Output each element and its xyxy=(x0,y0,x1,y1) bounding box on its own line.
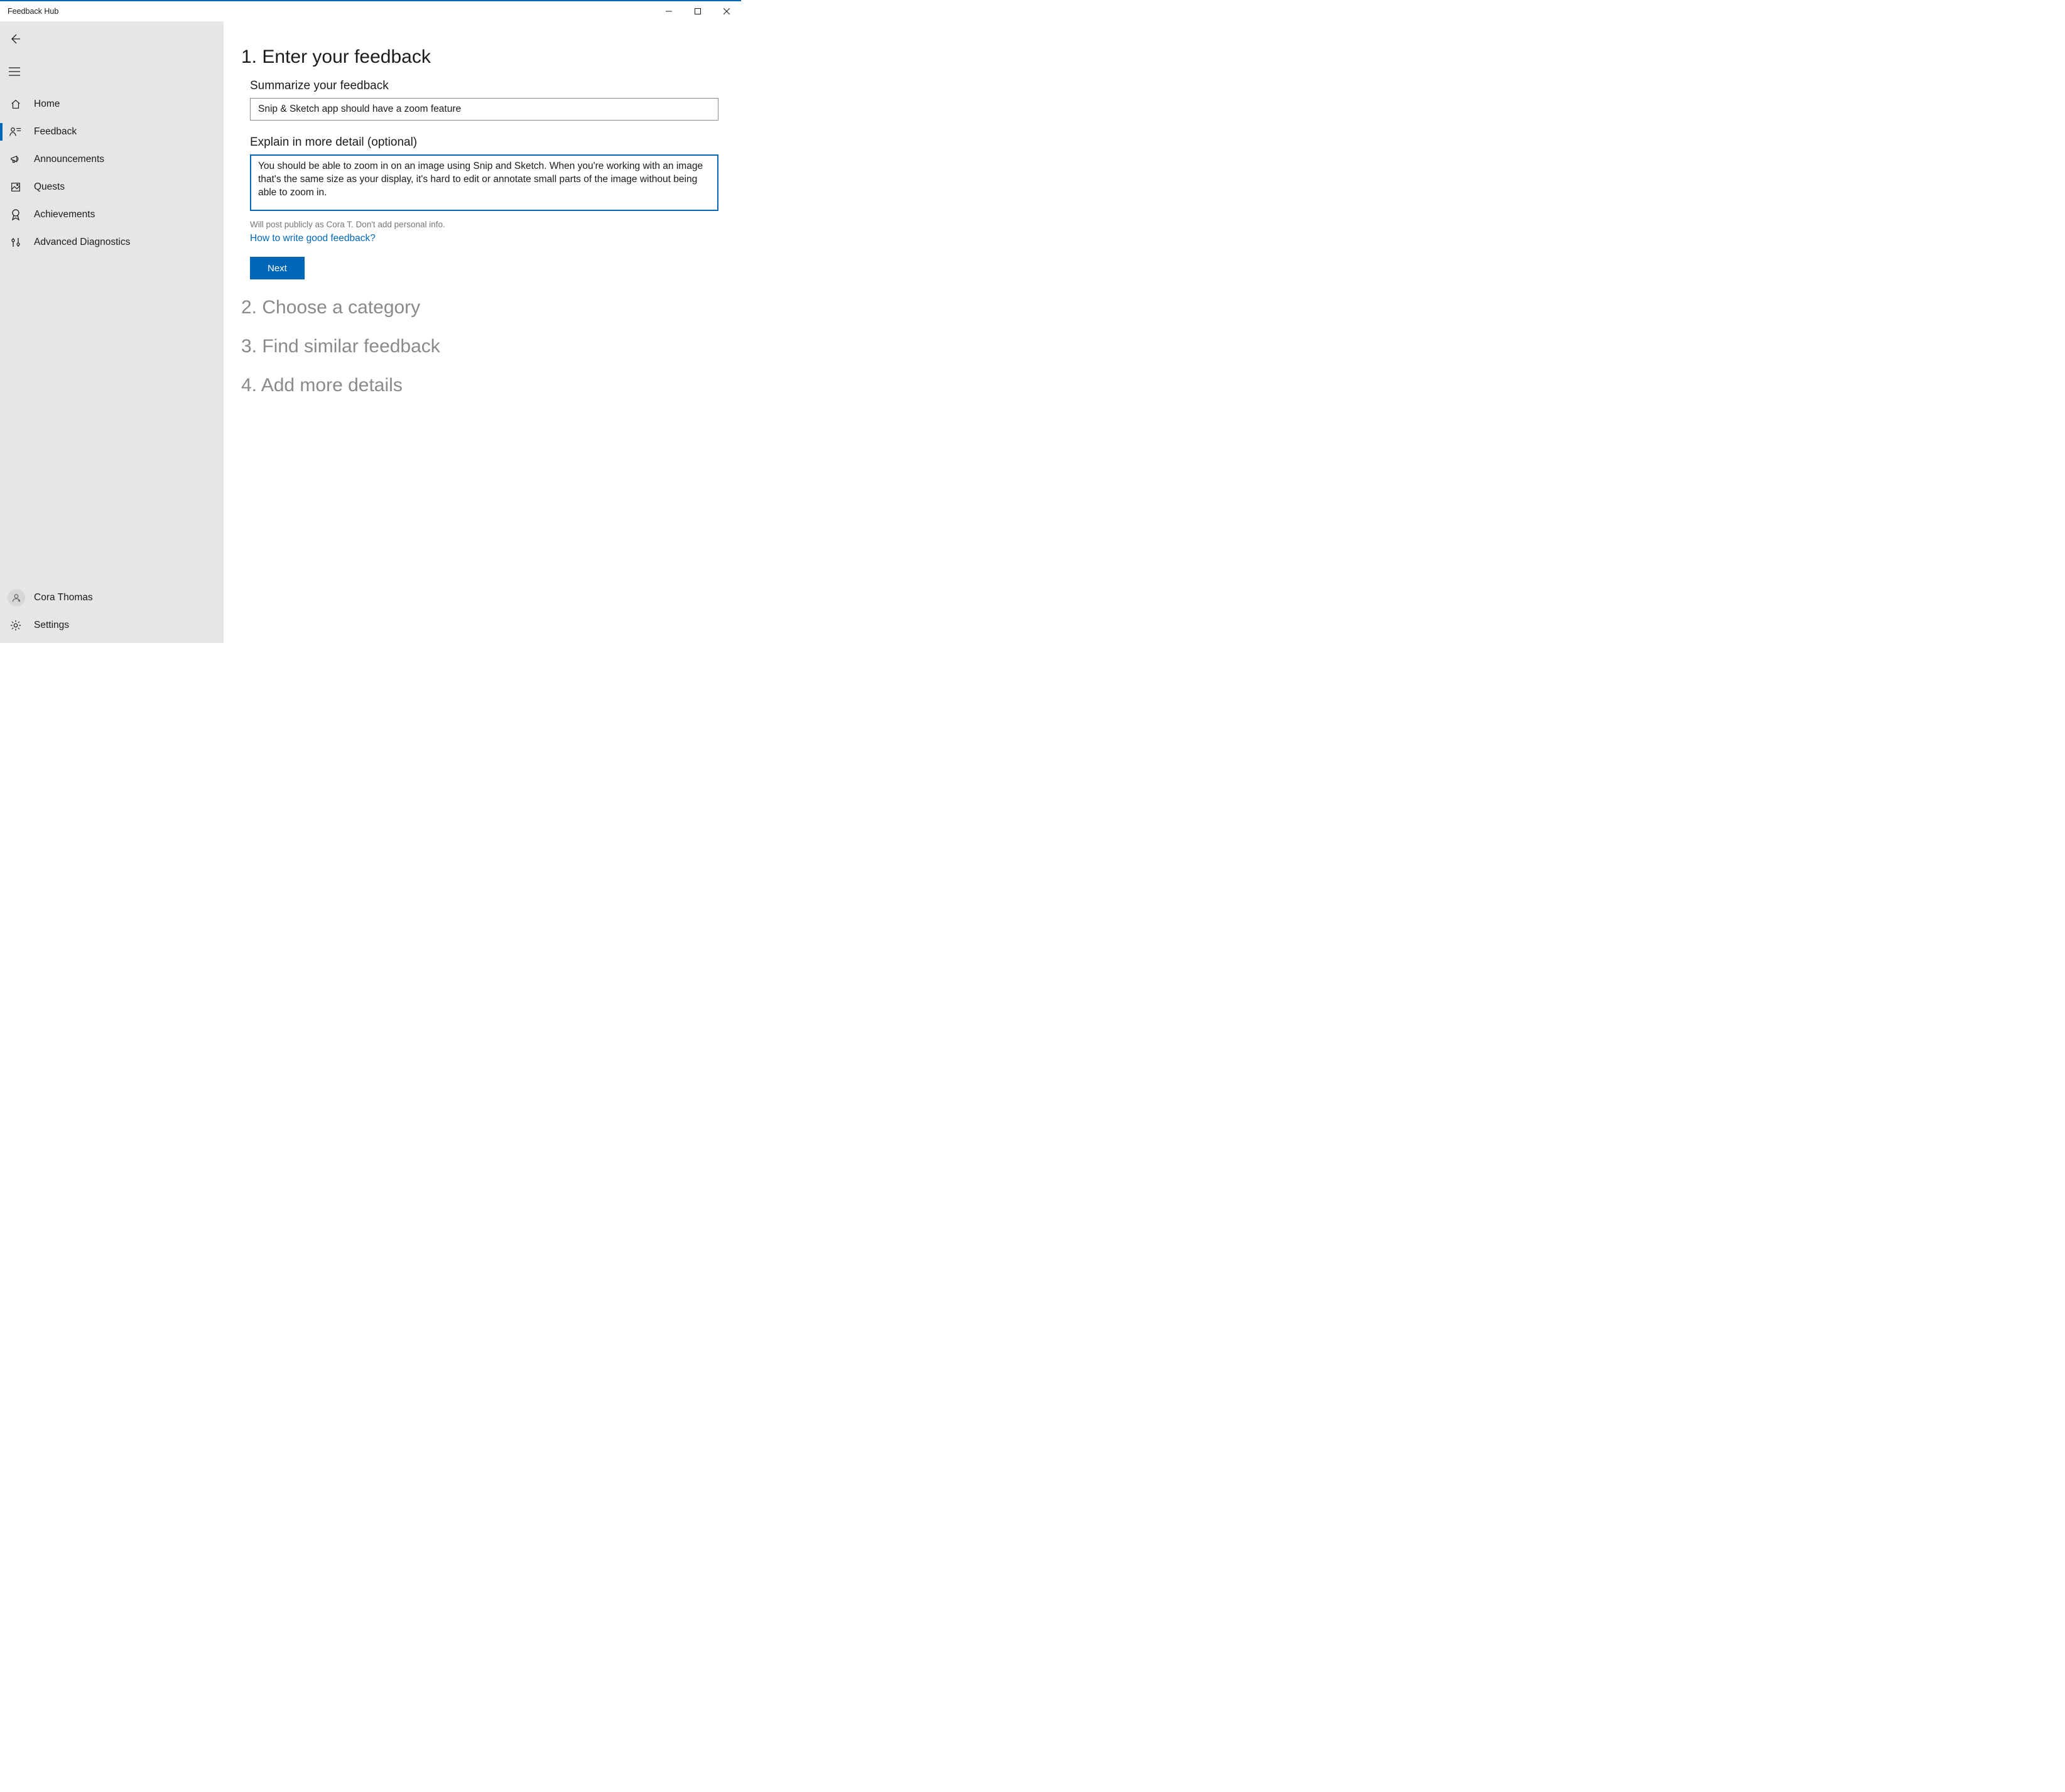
titlebar: Feedback Hub xyxy=(0,1,741,21)
main-content: 1. Enter your feedback Summarize your fe… xyxy=(224,21,741,643)
hamburger-icon xyxy=(9,67,20,76)
sidebar-item-label: Achievements xyxy=(34,209,95,220)
summary-input[interactable] xyxy=(250,98,718,121)
user-name: Cora Thomas xyxy=(34,592,93,603)
sidebar-item-settings[interactable]: Settings xyxy=(0,612,224,639)
megaphone-icon xyxy=(10,154,21,165)
sidebar-item-achievements[interactable]: Achievements xyxy=(0,201,224,229)
step1-title: 1. Enter your feedback xyxy=(241,46,718,68)
sidebar-item-quests[interactable]: Quests xyxy=(0,173,224,201)
close-button[interactable] xyxy=(712,1,741,21)
window-title: Feedback Hub xyxy=(8,7,58,16)
user-icon xyxy=(11,593,21,603)
minimize-icon xyxy=(666,8,672,14)
minimize-button[interactable] xyxy=(654,1,683,21)
avatar xyxy=(8,589,25,607)
achievements-icon xyxy=(10,208,21,221)
close-icon xyxy=(724,8,730,14)
sidebar-item-label: Settings xyxy=(34,620,69,631)
detail-label: Explain in more detail (optional) xyxy=(250,136,718,149)
maximize-icon xyxy=(695,8,701,14)
sidebar-item-label: Advanced Diagnostics xyxy=(34,237,130,248)
menu-toggle-button[interactable] xyxy=(0,58,224,85)
quests-icon xyxy=(10,181,21,193)
maximize-button[interactable] xyxy=(683,1,712,21)
sidebar-item-home[interactable]: Home xyxy=(0,90,224,118)
detail-textarea[interactable] xyxy=(250,154,718,211)
sidebar-item-label: Announcements xyxy=(34,154,104,165)
back-button[interactable] xyxy=(0,25,224,53)
sidebar-item-announcements[interactable]: Announcements xyxy=(0,146,224,173)
summary-label: Summarize your feedback xyxy=(250,79,718,93)
sidebar-item-label: Quests xyxy=(34,181,65,193)
sidebar-item-label: Feedback xyxy=(34,126,77,138)
sidebar-item-user[interactable]: Cora Thomas xyxy=(0,584,224,612)
help-link[interactable]: How to write good feedback? xyxy=(250,233,376,244)
sidebar-item-feedback[interactable]: Feedback xyxy=(0,118,224,146)
publish-hint: Will post publicly as Cora T. Don't add … xyxy=(241,220,718,229)
step3-title: 3. Find similar feedback xyxy=(241,336,718,357)
diagnostics-icon xyxy=(10,237,21,248)
sidebar: Home Feedback Announcements Quests Achie… xyxy=(0,21,224,643)
step4-title: 4. Add more details xyxy=(241,375,718,396)
sidebar-item-advanced-diagnostics[interactable]: Advanced Diagnostics xyxy=(0,229,224,256)
gear-icon xyxy=(10,620,21,631)
feedback-icon xyxy=(9,126,22,138)
arrow-left-icon xyxy=(9,33,21,45)
step2-title: 2. Choose a category xyxy=(241,297,718,318)
sidebar-item-label: Home xyxy=(34,99,60,110)
next-button[interactable]: Next xyxy=(250,257,305,279)
home-icon xyxy=(10,99,21,110)
